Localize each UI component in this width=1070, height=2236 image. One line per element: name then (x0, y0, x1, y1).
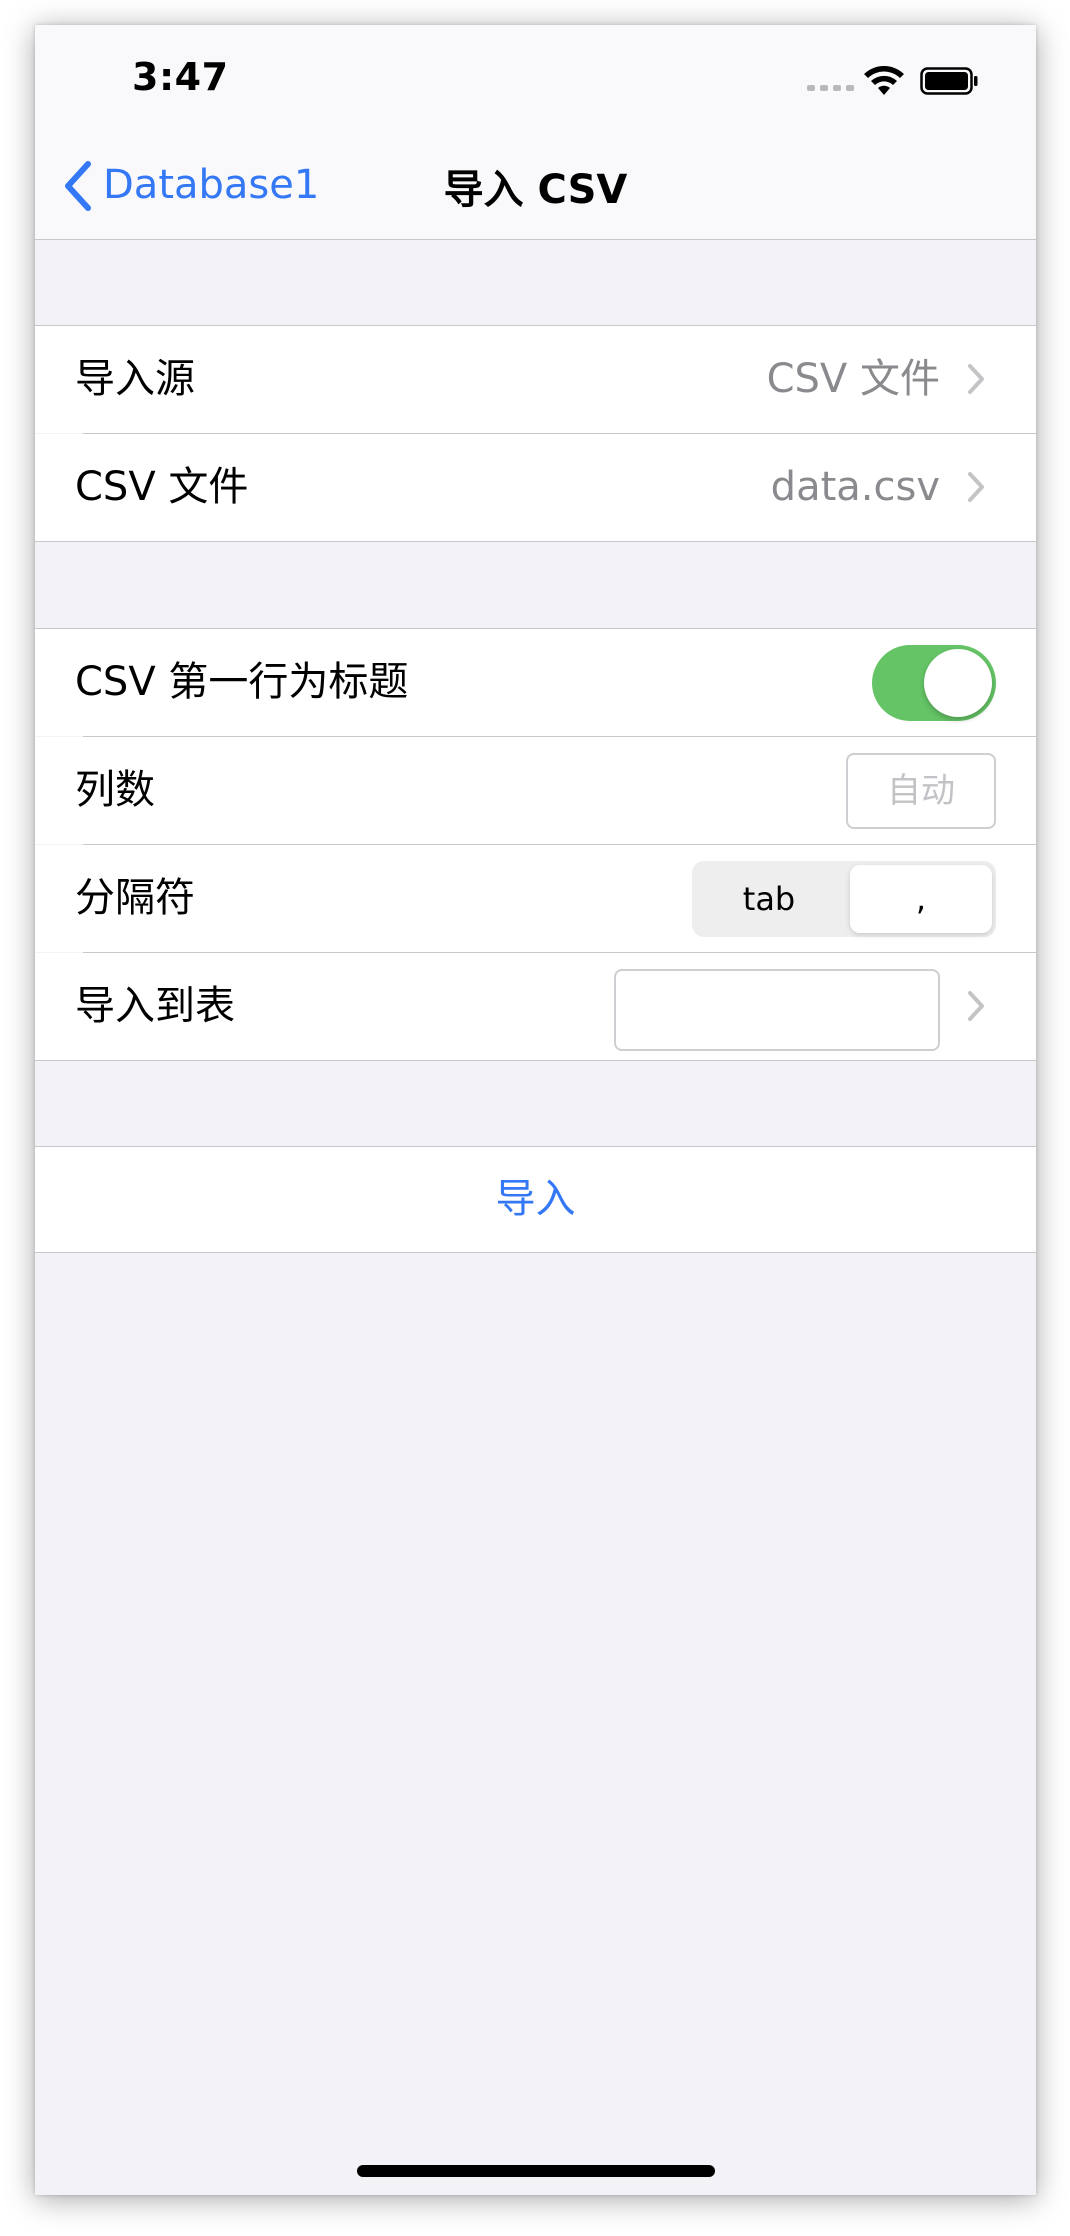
row-target-table[interactable]: 导入到表 (35, 953, 1036, 1060)
home-indicator (357, 2165, 715, 2177)
import-button[interactable]: 导入 (35, 1146, 1036, 1253)
battery-icon (920, 67, 978, 95)
section-separator (35, 1060, 1036, 1061)
chevron-right-icon (968, 991, 984, 1021)
section-separator (35, 541, 1036, 542)
device-screen: 3:47 Database1 导入 CSV 导入源 CSV 文件 CSV 文件 … (35, 25, 1036, 2195)
header-toggle-switch[interactable] (872, 645, 996, 721)
navigation-header: 3:47 Database1 导入 CSV (35, 25, 1036, 240)
row-column-count: 列数 自动 (35, 737, 1036, 844)
wifi-icon (864, 66, 904, 95)
chevron-right-icon (968, 364, 984, 394)
row-delimiter: 分隔符 tab , (35, 845, 1036, 952)
target-table-input[interactable] (614, 969, 940, 1051)
import-source-value: CSV 文件 (766, 356, 940, 402)
delimiter-option-comma[interactable]: , (850, 865, 992, 933)
delimiter-segmented-control[interactable]: tab , (692, 861, 996, 937)
csv-file-value: data.csv (770, 464, 940, 510)
delimiter-option-tab[interactable]: tab (694, 861, 844, 937)
row-csv-file[interactable]: CSV 文件 data.csv (35, 434, 1036, 541)
column-count-input[interactable]: 自动 (846, 753, 996, 829)
status-time: 3:47 (132, 55, 229, 99)
row-header-toggle: CSV 第一行为标题 (35, 629, 1036, 736)
header-toggle-label: CSV 第一行为标题 (75, 659, 409, 705)
row-import-source[interactable]: 导入源 CSV 文件 (35, 326, 1036, 433)
cellular-signal-icon (807, 85, 854, 91)
target-table-label: 导入到表 (75, 983, 235, 1029)
csv-file-label: CSV 文件 (75, 464, 249, 510)
column-count-label: 列数 (75, 767, 155, 813)
delimiter-label: 分隔符 (75, 875, 195, 921)
chevron-right-icon (968, 472, 984, 502)
page-title: 导入 CSV (443, 167, 628, 213)
import-source-label: 导入源 (75, 356, 195, 402)
toggle-knob (924, 649, 992, 717)
